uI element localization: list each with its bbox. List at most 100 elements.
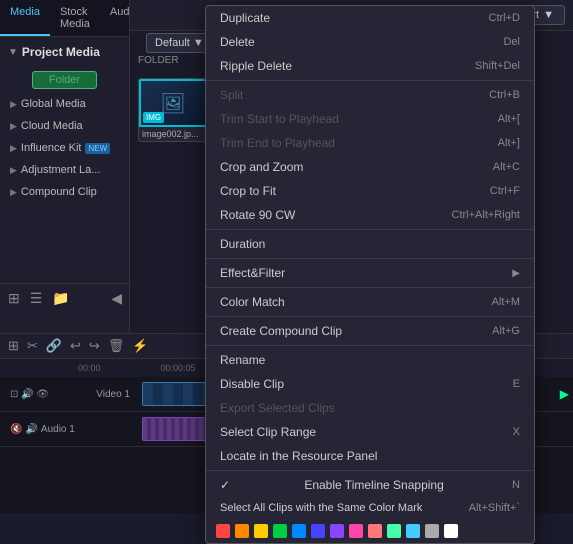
timecode-5s: 00:00:05 [161,363,196,373]
menu-item-effect-filter[interactable]: Effect&Filter ▶ [206,261,534,285]
menu-item-create-compound-label: Create Compound Clip [220,324,342,338]
menu-item-create-compound[interactable]: Create Compound Clip Alt+G [206,319,534,343]
cloud-media-arrow: ▶ [10,121,17,132]
default-label: Default [155,37,190,49]
swatch-yellow[interactable] [254,524,268,538]
compound-clip-label: Compound Clip [21,186,97,198]
tab-bar: Media Stock Media Audio Ti... [0,0,129,37]
folder-button[interactable]: Folder [32,71,97,89]
effect-filter-submenu-arrow: ▶ [512,268,520,279]
trash-icon[interactable]: 🗑 [108,338,125,354]
menu-item-duplicate[interactable]: Duplicate Ctrl+D [206,6,534,30]
tab-stock-media[interactable]: Stock Media [50,0,100,36]
swatch-white[interactable] [444,524,458,538]
separator-1 [206,80,534,81]
menu-item-crop-fit-label: Crop to Fit [220,184,276,198]
project-media-header[interactable]: ▼ Project Media [0,37,129,67]
menu-item-rotate-shortcut: Ctrl+Alt+Right [452,209,520,221]
audio-track-name: Audio 1 [41,424,75,435]
link-icon[interactable]: 🔗 [46,338,62,354]
menu-item-enable-snapping-shortcut: N [512,479,520,491]
swatch-pink[interactable] [349,524,363,538]
redo-icon[interactable]: ↩ [70,338,81,354]
import-dropdown-arrow: ▼ [543,9,554,21]
menu-item-split-shortcut: Ctrl+B [489,89,520,101]
swatch-cyan[interactable] [406,524,420,538]
menu-item-select-same-color[interactable]: Select All Clips with the Same Color Mar… [206,497,534,519]
sidebar-item-adjustment[interactable]: ▶ Adjustment La... [0,159,129,181]
menu-item-enable-snapping-label: Enable Timeline Snapping [304,478,443,492]
menu-item-select-range-label: Select Clip Range [220,425,316,439]
folder-add-icon[interactable]: 📁 [52,290,69,307]
separator-4 [206,287,534,288]
swatch-gray[interactable] [425,524,439,538]
collapse-icon[interactable]: ◀ [111,290,122,307]
menu-item-split: Split Ctrl+B [206,83,534,107]
context-menu: Duplicate Ctrl+D Delete Del Ripple Delet… [205,5,535,544]
menu-item-enable-snapping[interactable]: ✓ Enable Timeline Snapping N [206,473,534,497]
menu-item-ripple-delete[interactable]: Ripple Delete Shift+Del [206,54,534,78]
menu-item-delete[interactable]: Delete Del [206,30,534,54]
menu-item-rotate[interactable]: Rotate 90 CW Ctrl+Alt+Right [206,203,534,227]
sidebar-item-compound-clip[interactable]: ▶ Compound Clip [0,181,129,203]
menu-item-disable-clip-shortcut: E [513,378,520,390]
menu-item-trim-end-label: Trim End to Playhead [220,136,335,150]
menu-item-crop-fit[interactable]: Crop to Fit Ctrl+F [206,179,534,203]
media-item-label: image002.jp... [139,127,205,141]
menu-item-locate-resource[interactable]: Locate in the Resource Panel [206,444,534,468]
menu-item-split-label: Split [220,88,243,102]
global-media-label: Global Media [21,98,86,110]
video-track-label: ⊡ 🔊 👁 [4,389,74,400]
swatch-light-red[interactable] [368,524,382,538]
compound-clip-arrow: ▶ [10,187,17,198]
menu-item-disable-clip[interactable]: Disable Clip E [206,372,534,396]
menu-item-create-compound-shortcut: Alt+G [492,325,520,337]
menu-item-trim-start-shortcut: Alt+[ [498,113,520,125]
tab-media[interactable]: Media [0,0,50,36]
audio-track-controls: 🔇 🔊 Audio 1 [4,424,134,435]
split2-icon[interactable]: ⚡ [132,338,148,354]
sidebar-item-global-media[interactable]: ▶ Global Media [0,93,129,115]
menu-item-duration-label: Duration [220,237,265,251]
menu-item-trim-end: Trim End to Playhead Alt+] [206,131,534,155]
cut-icon[interactable]: ✂ [27,338,38,354]
list-icon[interactable]: ☰ [30,290,43,307]
video-track-icons: ⊡ 🔊 👁 [10,389,49,400]
swatch-dark-blue[interactable] [311,524,325,538]
grid-icon[interactable]: ⊞ [8,290,20,307]
menu-item-duplicate-label: Duplicate [220,11,270,25]
swatch-orange[interactable] [235,524,249,538]
project-media-label: Project Media [22,45,100,59]
swatch-blue[interactable] [292,524,306,538]
separator-3 [206,258,534,259]
menu-item-select-range-shortcut: X [513,426,520,438]
sidebar-item-influence-kit[interactable]: ▶ Influence Kit NEW [0,137,129,159]
menu-item-crop-zoom[interactable]: Crop and Zoom Alt+C [206,155,534,179]
menu-item-color-match[interactable]: Color Match Alt+M [206,290,534,314]
menu-item-rename[interactable]: Rename [206,348,534,372]
enable-snapping-check: ✓ [220,478,230,492]
undo2-icon[interactable]: ↪ [89,338,100,354]
swatch-green[interactable] [273,524,287,538]
sidebar-item-cloud-media[interactable]: ▶ Cloud Media [0,115,129,137]
menu-item-trim-start: Trim Start to Playhead Alt+[ [206,107,534,131]
menu-item-duration[interactable]: Duration [206,232,534,256]
menu-item-color-match-label: Color Match [220,295,285,309]
undo-icon[interactable]: ⊞ [8,338,19,354]
swatch-cyan-green[interactable] [387,524,401,538]
swatch-red[interactable] [216,524,230,538]
audio-mute-icon[interactable]: 🔇 [10,424,22,435]
default-select[interactable]: Default ▼ [146,33,213,53]
swatch-purple[interactable] [330,524,344,538]
menu-item-ripple-delete-label: Ripple Delete [220,59,292,73]
audio-volume-icon[interactable]: 🔊 [25,424,37,435]
menu-item-crop-zoom-shortcut: Alt+C [493,161,520,173]
media-item-image002[interactable]: 🖼 IMG image002.jp... [138,78,206,142]
image-badge: IMG [143,112,164,123]
folder-button-container: Folder [8,71,121,89]
separator-2 [206,229,534,230]
menu-item-select-range[interactable]: Select Clip Range X [206,420,534,444]
media-thumb-image002: 🖼 IMG [139,79,206,127]
menu-item-export-selected-label: Export Selected Clips [220,401,335,415]
menu-item-export-selected: Export Selected Clips [206,396,534,420]
